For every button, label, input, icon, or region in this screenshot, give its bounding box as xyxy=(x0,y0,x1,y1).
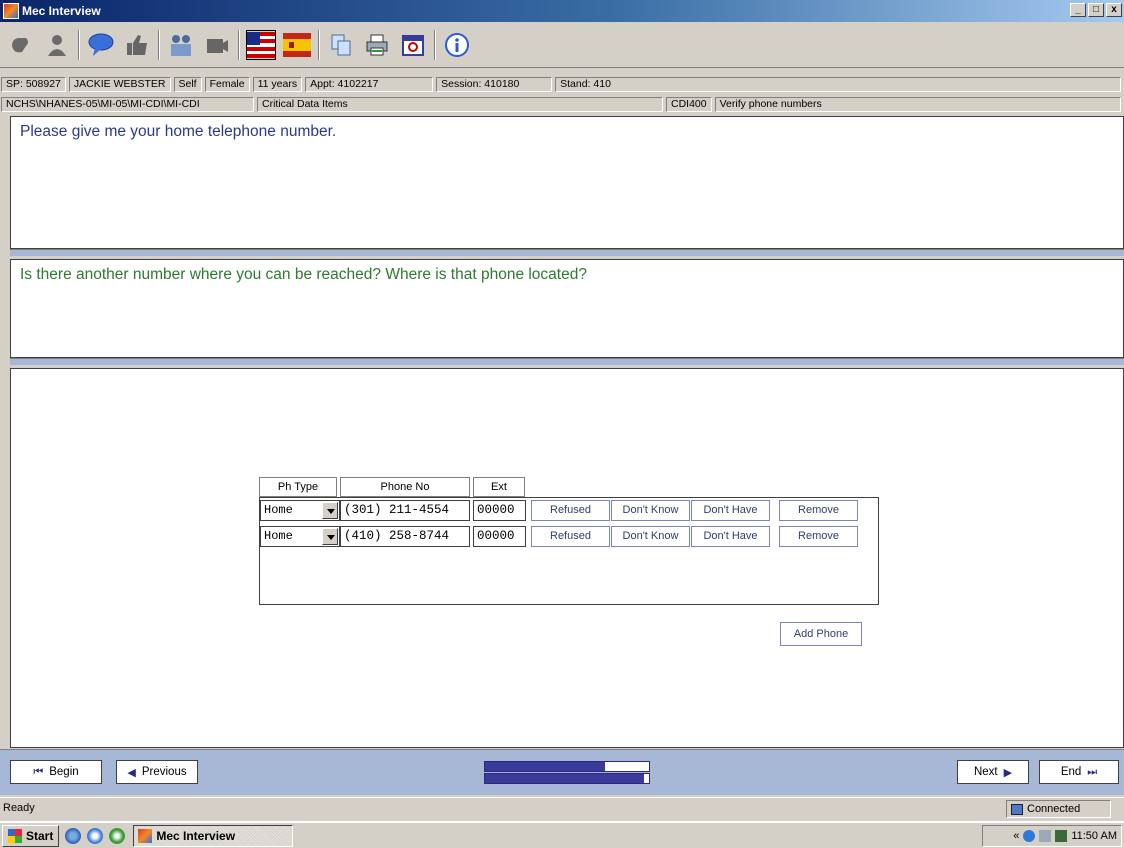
media-player-icon[interactable] xyxy=(109,827,126,844)
network-icon xyxy=(1011,803,1023,815)
person-icon[interactable] xyxy=(42,30,72,60)
appointment: Appt: 4102217 xyxy=(305,77,434,92)
calendar-icon[interactable] xyxy=(398,30,428,60)
tray-network-icon[interactable] xyxy=(1039,830,1052,842)
previous-button[interactable]: ◀ Previous xyxy=(116,760,198,784)
skip-back-icon: ⏮ xyxy=(33,765,44,778)
close-button[interactable]: x xyxy=(1106,3,1122,17)
item-code: CDI400 xyxy=(666,97,712,112)
column-header-phone-no: Phone No xyxy=(340,477,470,497)
system-tray: « 11:50 AM xyxy=(982,825,1122,847)
video-icon[interactable] xyxy=(202,30,232,60)
end-button[interactable]: End ⏭ xyxy=(1039,760,1119,784)
navigation-bar: ⏮ Begin ◀ Previous Next ▶ End ⏭ xyxy=(0,749,1124,795)
column-header-ph-type: Ph Type xyxy=(259,477,337,497)
dont-have-button[interactable]: Don't Have xyxy=(691,526,770,547)
phone-type-select[interactable]: Home xyxy=(260,500,340,521)
phone-number-field[interactable]: (301) 211-4554 xyxy=(340,500,470,521)
dont-know-button[interactable]: Don't Know xyxy=(611,526,690,547)
skip-forward-icon: ⏭ xyxy=(1087,765,1098,778)
status-text: Ready xyxy=(3,802,35,814)
us-flag-icon[interactable] xyxy=(246,29,276,60)
taskbar-item-mec-interview[interactable]: Mec Interview xyxy=(133,824,294,847)
phone-ext-field[interactable]: 00000 xyxy=(473,500,526,521)
remove-button[interactable]: Remove xyxy=(779,500,858,521)
minimize-button[interactable]: _ xyxy=(1070,3,1086,17)
refused-button[interactable]: Refused xyxy=(531,526,610,547)
question-1-text: Please give me your home telephone numbe… xyxy=(20,123,337,140)
toolbar-separator xyxy=(318,29,320,60)
desktop-icon[interactable] xyxy=(87,827,104,844)
remove-button[interactable]: Remove xyxy=(779,526,858,547)
panel-divider xyxy=(10,249,1124,256)
age: 11 years xyxy=(252,77,303,92)
dont-have-button[interactable]: Don't Have xyxy=(691,500,770,521)
progress-fill xyxy=(485,762,605,771)
column-header-ext: Ext xyxy=(473,477,525,497)
phone-type-select[interactable]: Home xyxy=(260,526,340,547)
printer-icon[interactable] xyxy=(362,30,392,60)
toolbar-separator xyxy=(238,29,240,60)
progress-bar-section xyxy=(484,761,650,772)
subject-info-bar: SP: 508927 JACKIE WEBSTER Self Female 11… xyxy=(0,76,1124,93)
dont-know-button[interactable]: Don't Know xyxy=(611,500,690,521)
maximize-button[interactable]: □ xyxy=(1088,3,1104,17)
next-button[interactable]: Next ▶ xyxy=(957,760,1029,784)
question-panel-1: Please give me your home telephone numbe… xyxy=(10,116,1124,249)
app-icon xyxy=(3,3,19,19)
toolbar-separator xyxy=(78,29,80,60)
toolbar-separator xyxy=(158,29,160,60)
puzzle-icon[interactable] xyxy=(6,30,36,60)
progress-fill xyxy=(485,774,645,783)
phone-ext-field[interactable]: 00000 xyxy=(473,526,526,547)
stand: Stand: 410 xyxy=(555,77,1121,92)
triangle-right-icon: ▶ xyxy=(1003,766,1013,779)
tray-volume-icon[interactable] xyxy=(1055,830,1068,842)
internet-explorer-icon[interactable] xyxy=(65,827,82,844)
triangle-left-icon: ◀ xyxy=(127,766,136,779)
add-phone-button[interactable]: Add Phone xyxy=(780,622,862,646)
speech-bubble-icon[interactable] xyxy=(86,30,116,60)
window-title: Mec Interview xyxy=(22,4,101,18)
instrument-path: NCHS\NHANES-05\MI-05\MI-CDI\MI-CDI xyxy=(1,97,254,112)
phone-number-field[interactable]: (410) 258-8744 xyxy=(340,526,470,547)
subject-name: JACKIE WEBSTER xyxy=(68,77,171,92)
question-panel-2: Is there another number where you can be… xyxy=(10,259,1124,358)
thumbs-up-icon[interactable] xyxy=(122,30,152,60)
chevron-down-icon[interactable] xyxy=(322,502,338,519)
progress-bar-overall xyxy=(484,773,650,784)
window-title-bar[interactable]: Mec Interview _ □ x xyxy=(0,0,1124,22)
people-icon[interactable] xyxy=(166,30,196,60)
gender: Female xyxy=(204,77,250,92)
item-description: Verify phone numbers xyxy=(714,97,1121,112)
relation: Self xyxy=(173,77,202,92)
status-bar: Ready Connected xyxy=(0,797,1124,819)
section-name: Critical Data Items xyxy=(257,97,663,112)
connection-status: Connected xyxy=(1006,800,1111,818)
tray-app-icon[interactable] xyxy=(1023,830,1036,842)
section-info-bar: NCHS\NHANES-05\MI-05\MI-CDI\MI-CDI Criti… xyxy=(0,96,1124,113)
begin-button[interactable]: ⏮ Begin xyxy=(10,760,102,784)
toolbar xyxy=(0,22,1124,68)
panel-divider xyxy=(10,358,1124,365)
start-button[interactable]: start xyxy=(2,824,60,847)
taskbar: start Mec Interview « 11:50 AM xyxy=(0,821,1124,848)
toolbar-separator xyxy=(434,29,436,60)
chevron-down-icon[interactable] xyxy=(322,528,338,545)
chevron-left-icon[interactable]: « xyxy=(1013,830,1019,842)
spain-flag-icon[interactable] xyxy=(282,30,312,60)
info-icon[interactable] xyxy=(442,30,472,60)
question-2-text: Is there another number where you can be… xyxy=(20,266,587,283)
clock[interactable]: 11:50 AM xyxy=(1071,830,1117,842)
refused-button[interactable]: Refused xyxy=(531,500,610,521)
app-icon xyxy=(138,828,153,843)
windows-logo-icon xyxy=(8,828,22,843)
session: Session: 410180 xyxy=(436,77,553,92)
copy-icon[interactable] xyxy=(326,30,356,60)
sp-id: SP: 508927 xyxy=(1,77,66,92)
